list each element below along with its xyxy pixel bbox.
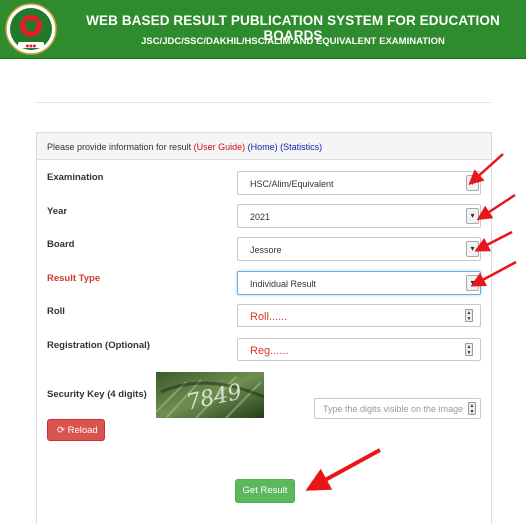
panel-intro: Please provide information for result: [47, 142, 192, 152]
result-type-label: Result Type: [47, 273, 101, 284]
chevron-down-icon[interactable]: ▾: [466, 175, 479, 191]
captcha-image: 7849: [156, 372, 264, 418]
site-header: ●●● WEB BASED RESULT PUBLICATION SYSTEM …: [0, 0, 526, 59]
registration-label: Registration (Optional): [47, 340, 150, 351]
reload-button[interactable]: ⟳ Reload: [47, 419, 105, 441]
spinner-icon[interactable]: ▲ ▼: [465, 309, 473, 322]
user-guide-link[interactable]: (User Guide): [194, 142, 246, 152]
year-label: Year: [47, 206, 68, 217]
security-key-input[interactable]: Type the digits visible on the image ▲ ▼: [314, 398, 481, 419]
refresh-icon: ⟳: [57, 425, 65, 436]
divider: [35, 102, 491, 103]
statistics-link[interactable]: (Statistics): [280, 142, 322, 152]
home-link[interactable]: (Home): [248, 142, 278, 152]
chevron-down-icon[interactable]: ▾: [466, 208, 479, 224]
svg-text:●●●: ●●●: [26, 43, 37, 48]
get-result-button[interactable]: Get Result: [235, 479, 295, 503]
government-seal-logo: ●●●: [5, 3, 57, 55]
registration-input[interactable]: Reg...... ▲ ▼: [237, 338, 481, 361]
roll-value: Roll......: [250, 311, 288, 323]
security-key-label: Security Key (4 digits): [47, 389, 147, 400]
chevron-down-icon[interactable]: ▾: [466, 241, 479, 257]
year-select[interactable]: 2021 ▾: [237, 204, 481, 228]
examination-select[interactable]: HSC/Alim/Equivalent ▾: [237, 171, 481, 195]
examination-label: Examination: [47, 172, 104, 183]
header-subtitle: JSC/JDC/SSC/DAKHIL/HSC/ALIM AND EQUIVALE…: [141, 36, 445, 47]
examination-value: HSC/Alim/Equivalent: [250, 179, 334, 189]
roll-label: Roll: [47, 306, 65, 317]
board-value: Jessore: [250, 245, 282, 255]
result-type-select[interactable]: Individual Result ▾: [237, 271, 481, 295]
reload-label: Reload: [67, 425, 98, 436]
result-type-value: Individual Result: [250, 279, 317, 289]
chevron-down-icon[interactable]: ▾: [466, 275, 479, 291]
board-label: Board: [47, 239, 75, 250]
registration-value: Reg......: [250, 345, 289, 357]
year-value: 2021: [250, 212, 271, 222]
panel-heading: Please provide information for result (U…: [37, 133, 491, 160]
security-key-placeholder: Type the digits visible on the image: [323, 404, 464, 414]
roll-input[interactable]: Roll...... ▲ ▼: [237, 304, 481, 327]
spinner-icon[interactable]: ▲ ▼: [465, 343, 473, 356]
spinner-icon[interactable]: ▲ ▼: [468, 402, 476, 415]
board-select[interactable]: Jessore ▾: [237, 237, 481, 261]
